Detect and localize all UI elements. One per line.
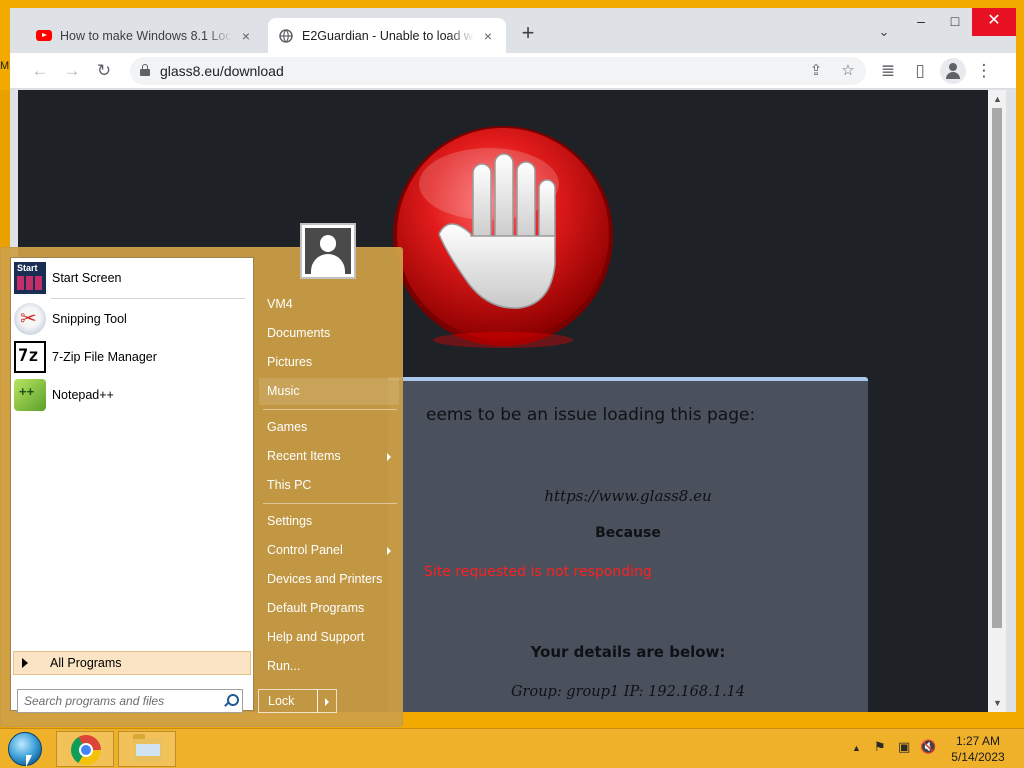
- youtube-icon: [36, 28, 52, 44]
- network-icon[interactable]: ▣: [898, 739, 910, 755]
- clock-time: 1:27 AM: [955, 734, 1001, 748]
- mouse-cursor-icon: [26, 755, 32, 767]
- all-programs-button[interactable]: All Programs: [13, 651, 251, 675]
- start-right-this-pc[interactable]: This PC: [259, 472, 399, 499]
- start-right-settings[interactable]: Settings: [259, 508, 399, 535]
- tray-chevron-icon[interactable]: ▲: [852, 743, 861, 753]
- clock-date: 5/14/2023: [951, 750, 1005, 764]
- search-input[interactable]: [18, 690, 218, 712]
- error-panel: eems to be an issue loading this page: h…: [388, 377, 868, 712]
- power-options-arrow-icon[interactable]: [317, 689, 337, 713]
- tab-title: E2Guardian - Unable to load web: [302, 28, 474, 43]
- start-button[interactable]: [6, 732, 46, 768]
- start-right-help-support[interactable]: Help and Support: [259, 624, 399, 651]
- browser-toolbar: ← → ↻ glass8.eu/download ⇪ ☆ ≣ ▯ ⋮: [10, 53, 1016, 89]
- address-bar[interactable]: glass8.eu/download ⇪ ☆: [130, 57, 866, 85]
- start-item-label: Snipping Tool: [52, 312, 127, 326]
- start-screen-icon: [14, 262, 46, 294]
- menu-icon[interactable]: ⋮: [972, 59, 996, 83]
- start-right-label: Control Panel: [267, 543, 343, 557]
- start-right-documents[interactable]: Documents: [259, 320, 399, 347]
- notepad-plus-plus-icon: [14, 379, 46, 411]
- tab-search-button[interactable]: ⌄: [874, 24, 894, 44]
- tab-close-button[interactable]: ×: [238, 28, 254, 44]
- all-programs-label: All Programs: [50, 656, 122, 670]
- taskbar-clock[interactable]: 1:27 AM 5/14/2023: [940, 733, 1016, 765]
- reading-list-icon[interactable]: ≣: [876, 59, 900, 83]
- details-heading: Your details are below:: [530, 643, 726, 661]
- lock-button[interactable]: Lock: [258, 689, 318, 713]
- reload-button[interactable]: ↻: [92, 59, 116, 83]
- taskbar-file-explorer[interactable]: [118, 731, 176, 767]
- 7zip-icon: [14, 341, 46, 373]
- back-button[interactable]: ←: [28, 59, 52, 83]
- issue-message: eems to be an issue loading this page:: [426, 405, 756, 425]
- close-window-button[interactable]: ✕: [972, 8, 1016, 36]
- taskbar-chrome[interactable]: [56, 731, 114, 767]
- start-right-run[interactable]: Run...: [259, 653, 399, 680]
- folder-icon: [133, 734, 163, 762]
- scrollbar-thumb[interactable]: [992, 108, 1002, 628]
- start-item-label: Start Screen: [52, 271, 122, 285]
- user-icon: [305, 228, 351, 274]
- profile-avatar-icon[interactable]: [940, 58, 966, 84]
- submenu-arrow-icon: [387, 453, 391, 461]
- vertical-scrollbar[interactable]: ▲ ▼: [988, 90, 1006, 712]
- submenu-arrow-icon: [387, 547, 391, 555]
- start-right-vm4[interactable]: VM4: [259, 291, 399, 318]
- divider: [263, 503, 397, 504]
- start-right-pictures[interactable]: Pictures: [259, 349, 399, 376]
- start-item-label: 7-Zip File Manager: [52, 350, 157, 364]
- new-tab-button[interactable]: +: [516, 22, 540, 46]
- start-item-start-screen[interactable]: Start Screen: [14, 261, 250, 295]
- tab-e2guardian[interactable]: E2Guardian - Unable to load web ×: [268, 18, 506, 53]
- group-ip-text: Group: group1 IP: 192.168.1.14: [510, 684, 746, 700]
- volume-muted-icon[interactable]: 🔇: [920, 739, 936, 755]
- divider: [51, 298, 245, 299]
- bookmark-star-icon[interactable]: ☆: [838, 61, 858, 81]
- tab-youtube[interactable]: How to make Windows 8.1 Look ×: [26, 18, 264, 53]
- start-menu: Start Screen Snipping Tool 7-Zip File Ma…: [0, 223, 403, 727]
- action-center-flag-icon[interactable]: ⚑: [874, 739, 886, 755]
- stop-hand-icon: [393, 126, 613, 348]
- desktop-icon-label-fragment: M: [0, 60, 10, 72]
- start-search-box[interactable]: [17, 689, 243, 713]
- tab-strip: How to make Windows 8.1 Look × E2Guardia…: [10, 8, 1016, 53]
- search-icon[interactable]: [223, 694, 239, 708]
- scroll-down-arrow-icon[interactable]: ▼: [993, 698, 1002, 708]
- start-right-music[interactable]: Music: [259, 378, 399, 405]
- start-right-control-panel[interactable]: Control Panel: [259, 537, 399, 564]
- forward-button[interactable]: →: [60, 59, 84, 83]
- url-text[interactable]: glass8.eu/download: [160, 63, 284, 79]
- start-menu-programs-pane: Start Screen Snipping Tool 7-Zip File Ma…: [10, 257, 254, 713]
- start-item-snipping-tool[interactable]: Snipping Tool: [14, 302, 250, 336]
- snipping-tool-icon: [14, 303, 46, 335]
- globe-icon: [278, 28, 294, 44]
- scroll-up-arrow-icon[interactable]: ▲: [993, 94, 1002, 104]
- tab-close-button[interactable]: ×: [480, 28, 496, 44]
- start-right-default-programs[interactable]: Default Programs: [259, 595, 399, 622]
- start-right-label: Recent Items: [267, 449, 341, 463]
- start-right-devices-printers[interactable]: Devices and Printers: [259, 566, 399, 593]
- minimize-button[interactable]: –: [904, 8, 938, 36]
- divider: [263, 409, 397, 410]
- block-reason: Site requested is not responding: [424, 564, 652, 580]
- start-orb-icon: [8, 732, 42, 766]
- start-right-games[interactable]: Games: [259, 414, 399, 441]
- user-avatar[interactable]: [300, 223, 356, 279]
- lock-icon[interactable]: [140, 64, 150, 76]
- start-item-notepad-plus-plus[interactable]: Notepad++: [14, 378, 250, 412]
- share-icon[interactable]: ⇪: [806, 61, 826, 81]
- start-item-label: Notepad++: [52, 388, 114, 402]
- side-panel-icon[interactable]: ▯: [908, 59, 932, 83]
- arrow-right-icon: [22, 658, 28, 668]
- tab-title: How to make Windows 8.1 Look: [60, 28, 232, 43]
- chrome-icon: [71, 735, 101, 765]
- maximize-button[interactable]: □: [938, 8, 972, 36]
- because-label: Because: [595, 525, 661, 541]
- start-item-7zip[interactable]: 7-Zip File Manager: [14, 340, 250, 374]
- blocked-url: https://www.glass8.eu: [544, 487, 712, 505]
- start-right-recent-items[interactable]: Recent Items: [259, 443, 399, 470]
- taskbar: ▲ ⚑ ▣ 🔇 1:27 AM 5/14/2023: [0, 728, 1024, 768]
